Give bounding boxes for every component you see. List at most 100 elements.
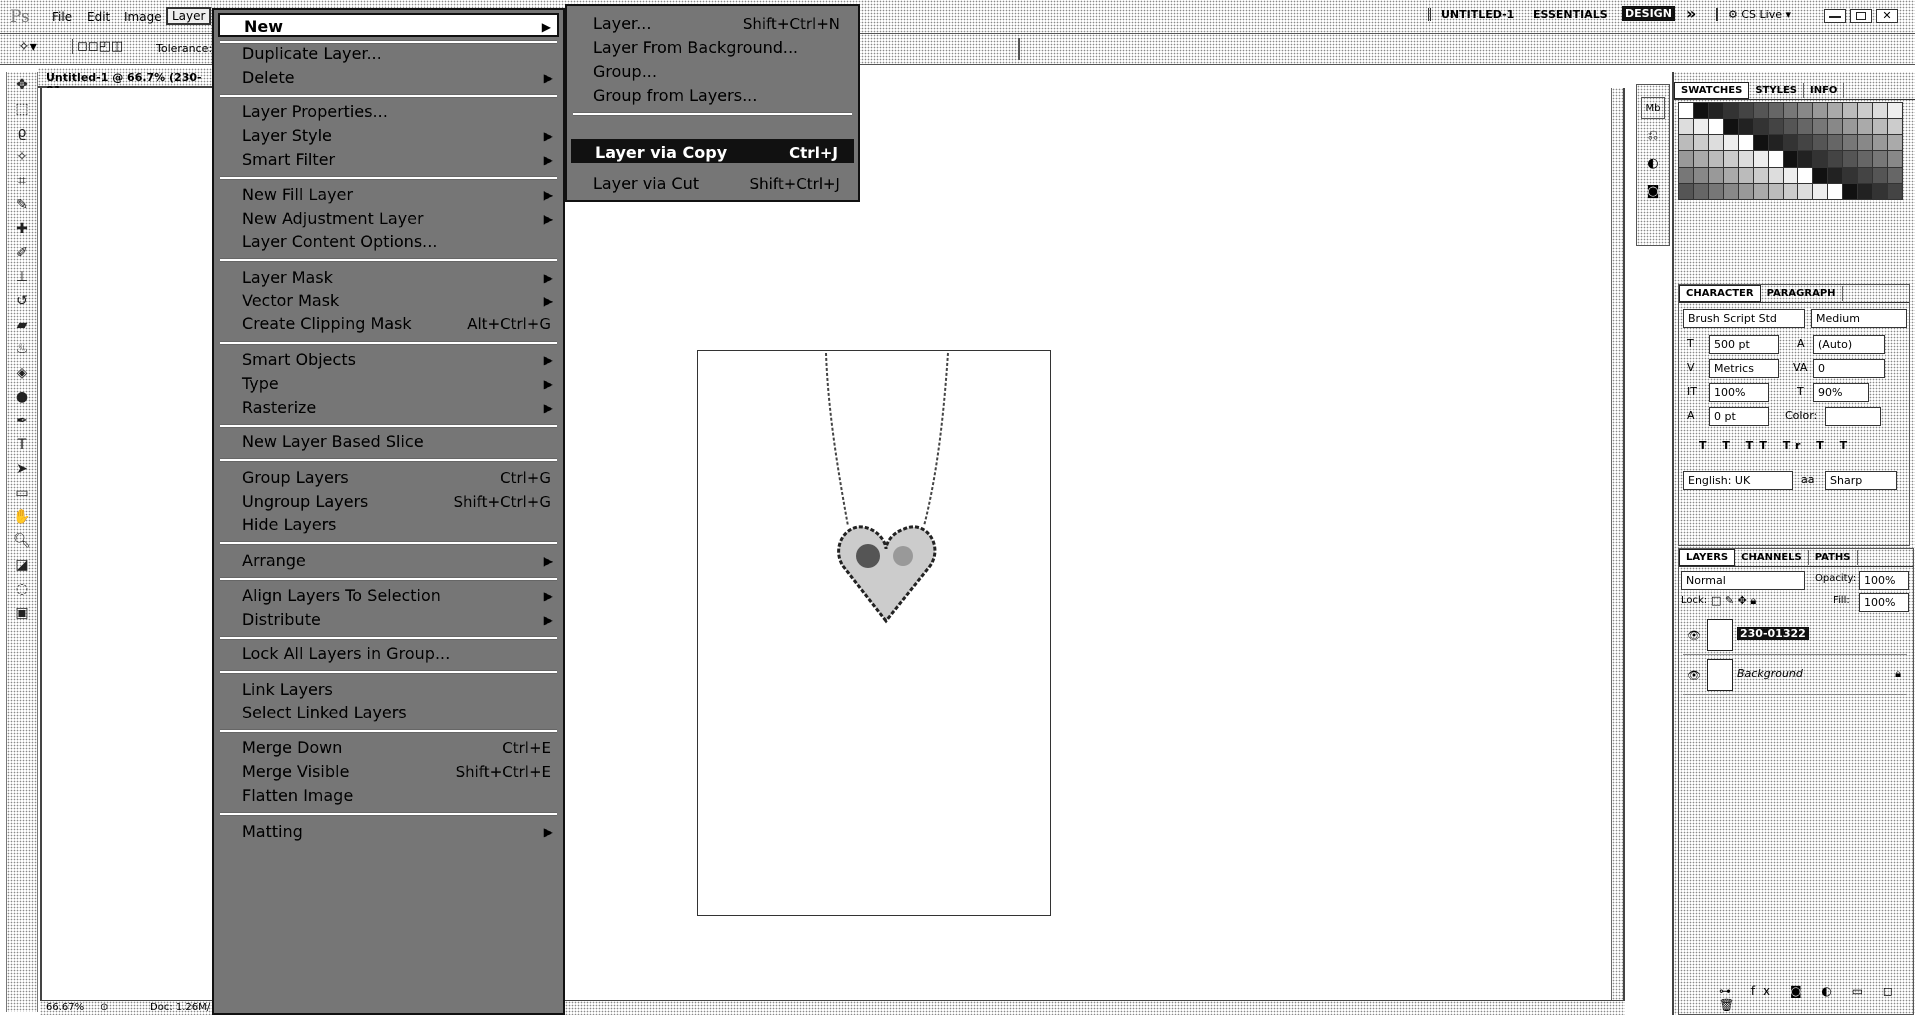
- menu-item-new-layer-based-slice[interactable]: New Layer Based Slice: [242, 430, 551, 454]
- menu-item-duplicate-layer[interactable]: Duplicate Layer...: [242, 42, 551, 66]
- menu-layer[interactable]: Layer: [166, 7, 212, 25]
- menu-item-lock-all-layers[interactable]: Lock All Layers in Group...: [242, 642, 551, 666]
- menu-item-group-layers[interactable]: Group Layers Ctrl+G: [242, 466, 551, 490]
- shape-tool-icon[interactable]: ▭: [9, 482, 35, 504]
- layer-row-230-01322[interactable]: 👁︎ 230-01322: [1683, 617, 1907, 655]
- zoom-tool-icon[interactable]: 🔍︎: [9, 530, 35, 552]
- swatch-cell[interactable]: [1708, 183, 1723, 199]
- hand-tool-icon[interactable]: ✋: [9, 506, 35, 528]
- screen-mode-icon[interactable]: ▣: [9, 602, 35, 624]
- brush-tool-icon[interactable]: ✐: [9, 242, 35, 264]
- clone-stamp-tool-icon[interactable]: ⊥: [9, 266, 35, 288]
- swatch-cell[interactable]: [1828, 151, 1843, 167]
- swatch-cell[interactable]: [1873, 167, 1888, 183]
- submenu-item-layer-via-cut[interactable]: Layer via Cut Shift+Ctrl+J: [593, 172, 840, 196]
- tab-layers[interactable]: LAYERS: [1679, 549, 1736, 566]
- crop-tool-icon[interactable]: ⌗: [9, 170, 35, 192]
- swatch-cell[interactable]: [1753, 151, 1768, 167]
- swatch-cell[interactable]: [1783, 167, 1798, 183]
- workspace-design[interactable]: DESIGN: [1622, 6, 1675, 21]
- swatch-cell[interactable]: [1888, 119, 1902, 135]
- menu-item-flatten-image[interactable]: Flatten Image: [242, 784, 551, 808]
- swatch-cell[interactable]: [1738, 151, 1753, 167]
- swatch-cell[interactable]: [1708, 103, 1723, 119]
- menu-item-distribute[interactable]: Distribute ▶: [242, 608, 553, 632]
- mini-bridge-icon[interactable]: Mb: [1641, 97, 1665, 119]
- tab-info[interactable]: INFO: [1804, 83, 1845, 98]
- menu-item-delete[interactable]: Delete ▶: [242, 66, 553, 90]
- eyedropper-tool-icon[interactable]: ✎: [9, 194, 35, 216]
- move-tool-icon[interactable]: ✥: [9, 74, 35, 96]
- blend-mode-select[interactable]: Normal: [1681, 571, 1805, 590]
- zoom-level[interactable]: 66.67%: [46, 1002, 84, 1013]
- pen-tool-icon[interactable]: ✒: [9, 410, 35, 432]
- menu-item-hide-layers[interactable]: Hide Layers: [242, 513, 551, 537]
- type-tool-icon[interactable]: T: [9, 434, 35, 456]
- magic-wand-tool-icon[interactable]: ✧: [9, 146, 35, 168]
- restore-button[interactable]: [1850, 9, 1872, 23]
- swatch-cell[interactable]: [1723, 183, 1738, 199]
- submenu-item-layer[interactable]: Layer... Shift+Ctrl+N: [593, 12, 840, 36]
- workspace-essentials[interactable]: ESSENTIALS: [1533, 8, 1608, 21]
- swatch-cell[interactable]: [1798, 183, 1813, 199]
- swatch-cell[interactable]: [1828, 167, 1843, 183]
- swatch-cell[interactable]: [1753, 183, 1768, 199]
- swatch-cell[interactable]: [1828, 119, 1843, 135]
- font-style-select[interactable]: Medium: [1811, 309, 1907, 328]
- swatch-cell[interactable]: [1888, 167, 1902, 183]
- swatch-cell[interactable]: [1813, 103, 1828, 119]
- swatch-cell[interactable]: [1723, 103, 1738, 119]
- swatch-cell[interactable]: [1843, 151, 1858, 167]
- swatch-cell[interactable]: [1708, 119, 1723, 135]
- vertical-scrollbar[interactable]: [1611, 88, 1623, 1000]
- type-style-buttons[interactable]: T T TT Tr T T: [1699, 439, 1853, 452]
- menu-item-vector-mask[interactable]: Vector Mask ▶: [242, 289, 553, 313]
- swatch-cell[interactable]: [1843, 167, 1858, 183]
- swatch-cell[interactable]: [1783, 183, 1798, 199]
- swatch-cell[interactable]: [1768, 103, 1783, 119]
- swatch-cell[interactable]: [1723, 167, 1738, 183]
- submenu-item-layer-via-copy[interactable]: Layer via Copy Ctrl+J: [571, 139, 854, 163]
- swatch-cell[interactable]: [1708, 135, 1723, 151]
- swatch-cell[interactable]: [1798, 167, 1813, 183]
- horizontal-scale-field[interactable]: 90%: [1813, 383, 1869, 402]
- swatch-cell[interactable]: [1783, 119, 1798, 135]
- masks-icon[interactable]: ◙: [1641, 181, 1665, 203]
- menu-item-select-linked-layers[interactable]: Select Linked Layers: [242, 701, 551, 725]
- swatch-cell[interactable]: [1813, 183, 1828, 199]
- swatch-cell[interactable]: [1783, 103, 1798, 119]
- swatch-cell[interactable]: [1813, 167, 1828, 183]
- magic-wand-tool-preset-icon[interactable]: ✧▾: [18, 39, 37, 55]
- swatch-cell[interactable]: [1768, 135, 1783, 151]
- tracking-field[interactable]: 0: [1813, 359, 1885, 378]
- selection-mode-icons[interactable]: ◻◻◰◫: [72, 39, 123, 54]
- history-brush-tool-icon[interactable]: ↺: [9, 290, 35, 312]
- status-info-icon[interactable]: ⊙: [100, 1002, 108, 1013]
- lasso-tool-icon[interactable]: ϱ: [9, 122, 35, 144]
- swatch-cell[interactable]: [1858, 151, 1873, 167]
- menu-item-create-clipping-mask[interactable]: Create Clipping Mask Alt+Ctrl+G: [242, 312, 551, 336]
- swatch-cell[interactable]: [1753, 103, 1768, 119]
- tab-paths[interactable]: PATHS: [1809, 550, 1858, 565]
- submenu-item-layer-from-background[interactable]: Layer From Background...: [593, 36, 840, 60]
- swatch-cell[interactable]: [1798, 151, 1813, 167]
- paint-bucket-tool-icon[interactable]: ♨: [9, 338, 35, 360]
- swatch-cell[interactable]: [1843, 119, 1858, 135]
- tab-character[interactable]: CHARACTER: [1679, 285, 1761, 302]
- adjustments-icon[interactable]: ◐: [1641, 153, 1665, 175]
- swatch-cell[interactable]: [1693, 167, 1708, 183]
- menu-item-smart-filter[interactable]: Smart Filter ▶: [242, 148, 553, 172]
- swatch-cell[interactable]: [1843, 103, 1858, 119]
- layers-footer-buttons[interactable]: ⊶ fx ◙ ◐ ▭ ◻ 🗑︎: [1719, 984, 1913, 1012]
- opacity-field[interactable]: 100%: [1859, 571, 1909, 590]
- swatch-cell[interactable]: [1723, 151, 1738, 167]
- menu-item-new-fill-layer[interactable]: New Fill Layer ▶: [242, 183, 553, 207]
- swatch-grid[interactable]: [1678, 102, 1903, 200]
- swatch-cell[interactable]: [1843, 183, 1858, 199]
- swatch-cell[interactable]: [1708, 151, 1723, 167]
- swatch-cell[interactable]: [1693, 183, 1708, 199]
- swatch-cell[interactable]: [1858, 103, 1873, 119]
- swatch-cell[interactable]: [1768, 119, 1783, 135]
- swatch-cell[interactable]: [1858, 183, 1873, 199]
- cs-live-button[interactable]: ⚙ CS Live ▾: [1716, 8, 1791, 21]
